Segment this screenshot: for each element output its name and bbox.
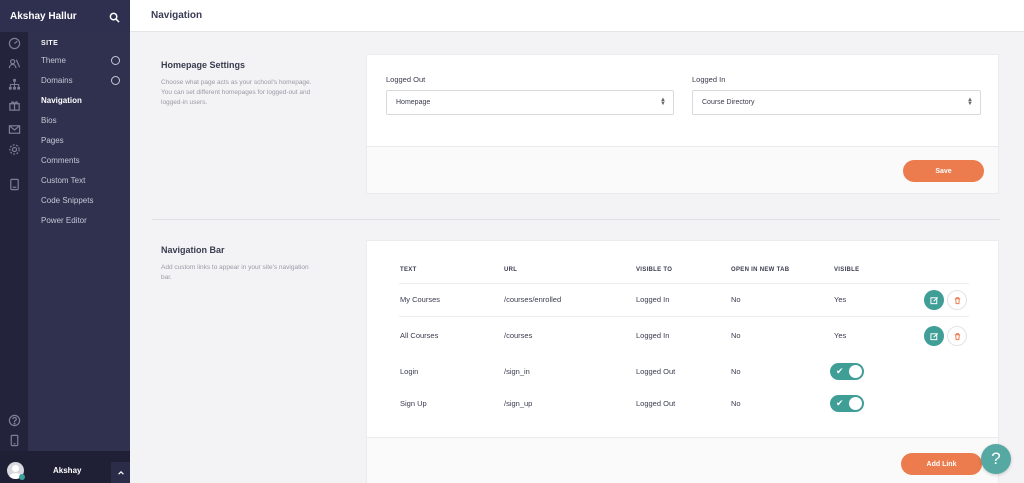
cell-visible: Yes bbox=[834, 331, 847, 340]
sidebar-item-custom-text[interactable]: Custom Text bbox=[41, 176, 127, 185]
header-divider bbox=[399, 283, 969, 284]
gift-icon[interactable] bbox=[8, 99, 21, 112]
visible-toggle[interactable]: ✔ bbox=[830, 363, 864, 380]
sidebar-item-label: Comments bbox=[41, 156, 80, 165]
sidebar-item-label: Domains bbox=[41, 76, 73, 85]
column-header-text: TEXT bbox=[400, 267, 417, 273]
top-bar: Navigation bbox=[130, 0, 1024, 32]
logged-out-label: Logged Out bbox=[386, 75, 426, 84]
search-icon[interactable] bbox=[109, 10, 120, 23]
trash-icon[interactable] bbox=[947, 326, 967, 346]
description-line: bar. bbox=[161, 274, 172, 281]
footer-user-name: Akshay bbox=[53, 466, 82, 475]
cell-text: Login bbox=[400, 367, 419, 376]
navigation-bar-title: Navigation Bar bbox=[161, 245, 225, 255]
help-button[interactable]: ? bbox=[981, 444, 1011, 474]
toggle-knob bbox=[849, 397, 862, 410]
navigation-bar-description: Add custom links to appear in your site'… bbox=[161, 263, 309, 283]
book-icon[interactable] bbox=[8, 178, 21, 191]
column-header-visible-to: VISIBLE TO bbox=[636, 267, 673, 273]
toggle-knob bbox=[849, 365, 862, 378]
homepage-settings-description: Choose what page acts as your school's h… bbox=[161, 78, 311, 108]
cell-visible-to: Logged Out bbox=[636, 399, 676, 408]
logged-out-select[interactable]: Homepage ▲ ▼ bbox=[386, 90, 674, 115]
mobile-icon[interactable] bbox=[8, 434, 21, 447]
sidebar-item-navigation[interactable]: Navigation bbox=[41, 96, 127, 105]
cell-new-tab: No bbox=[731, 295, 741, 304]
cell-url: /courses bbox=[504, 331, 533, 340]
homepage-settings-card: Logged Out Homepage ▲ ▼ Logged In Course … bbox=[366, 54, 999, 194]
sidebar-item-label: Navigation bbox=[41, 96, 82, 105]
description-line: Add custom links to appear in your site'… bbox=[161, 264, 309, 271]
help-circle-icon[interactable] bbox=[8, 414, 21, 427]
cell-visible-to: Logged In bbox=[636, 331, 670, 340]
sidebar-header: Akshay Hallur bbox=[0, 0, 130, 32]
settings-icon[interactable] bbox=[8, 143, 21, 156]
section-divider bbox=[152, 219, 1000, 220]
select-arrows-icon: ▲ ▼ bbox=[967, 97, 973, 107]
edit-icon[interactable] bbox=[924, 326, 944, 346]
cell-visible: Yes bbox=[834, 295, 847, 304]
description-line: logged-in users. bbox=[161, 99, 208, 106]
sidebar-item-label: Custom Text bbox=[41, 176, 86, 185]
visible-toggle[interactable]: ✔ bbox=[830, 395, 864, 412]
users-icon[interactable] bbox=[8, 57, 21, 70]
column-header-url: URL bbox=[504, 267, 518, 273]
cell-visible-to: Logged In bbox=[636, 295, 670, 304]
cell-text: My Courses bbox=[400, 295, 441, 304]
sidebar-item-label: Bios bbox=[41, 116, 57, 125]
cell-url: /sign_in bbox=[504, 367, 530, 376]
card-footer: Add Link bbox=[367, 437, 998, 483]
cell-url: /sign_up bbox=[504, 399, 533, 408]
cell-url: /courses/enrolled bbox=[504, 295, 562, 304]
sitemap-icon[interactable] bbox=[8, 78, 21, 91]
description-line: You can set different homepages for logg… bbox=[161, 89, 311, 96]
add-link-button[interactable]: Add Link bbox=[901, 453, 982, 475]
sidebar-item-label: Pages bbox=[41, 136, 64, 145]
icon-rail bbox=[0, 0, 28, 483]
online-badge bbox=[19, 474, 25, 480]
menu-section-title: SITE bbox=[41, 40, 59, 47]
cell-new-tab: No bbox=[731, 399, 741, 408]
edit-icon[interactable] bbox=[924, 290, 944, 310]
cell-visible-to: Logged Out bbox=[636, 367, 676, 376]
sidebar-item-label: Power Editor bbox=[41, 216, 87, 225]
column-header-new-tab: OPEN IN NEW TAB bbox=[731, 267, 790, 273]
trash-icon[interactable] bbox=[947, 290, 967, 310]
description-line: Choose what page acts as your school's h… bbox=[161, 79, 312, 86]
sidebar-item-bios[interactable]: Bios bbox=[41, 116, 127, 125]
sidebar-item-pages[interactable]: Pages bbox=[41, 136, 127, 145]
select-value: Course Directory bbox=[702, 99, 755, 106]
logged-in-select[interactable]: Course Directory ▲ ▼ bbox=[692, 90, 981, 115]
column-header-visible: VISIBLE bbox=[834, 267, 860, 273]
chevron-up-icon[interactable] bbox=[111, 462, 130, 483]
homepage-settings-title: Homepage Settings bbox=[161, 60, 246, 70]
dashboard-icon[interactable] bbox=[8, 37, 21, 50]
cell-new-tab: No bbox=[731, 331, 741, 340]
site-menu: SITE Theme Domains Navigation Bios Pages… bbox=[28, 32, 130, 451]
cell-text: All Courses bbox=[400, 331, 439, 340]
mail-icon[interactable] bbox=[8, 123, 21, 136]
save-button[interactable]: Save bbox=[903, 160, 984, 182]
check-icon: ✔ bbox=[836, 398, 844, 408]
card-footer: Save bbox=[367, 146, 998, 193]
status-circle-icon bbox=[111, 76, 120, 85]
status-circle-icon bbox=[111, 56, 120, 65]
sidebar-item-label: Theme bbox=[41, 56, 66, 65]
sidebar-item-code-snippets[interactable]: Code Snippets bbox=[41, 196, 127, 205]
navigation-links-card: TEXT URL VISIBLE TO OPEN IN NEW TAB VISI… bbox=[366, 240, 999, 483]
sidebar-item-label: Code Snippets bbox=[41, 196, 94, 205]
page-title: Navigation bbox=[151, 10, 203, 21]
logged-in-label: Logged In bbox=[692, 75, 726, 84]
sidebar-item-comments[interactable]: Comments bbox=[41, 156, 127, 165]
select-value: Homepage bbox=[396, 99, 431, 106]
sidebar-item-power-editor[interactable]: Power Editor bbox=[41, 216, 127, 225]
check-icon: ✔ bbox=[836, 366, 844, 376]
user-footer: Akshay bbox=[0, 451, 130, 483]
select-arrows-icon: ▲ ▼ bbox=[660, 97, 666, 107]
cell-text: Sign Up bbox=[400, 399, 427, 408]
cell-new-tab: No bbox=[731, 367, 741, 376]
user-name: Akshay Hallur bbox=[10, 10, 77, 22]
row-divider bbox=[399, 316, 969, 317]
